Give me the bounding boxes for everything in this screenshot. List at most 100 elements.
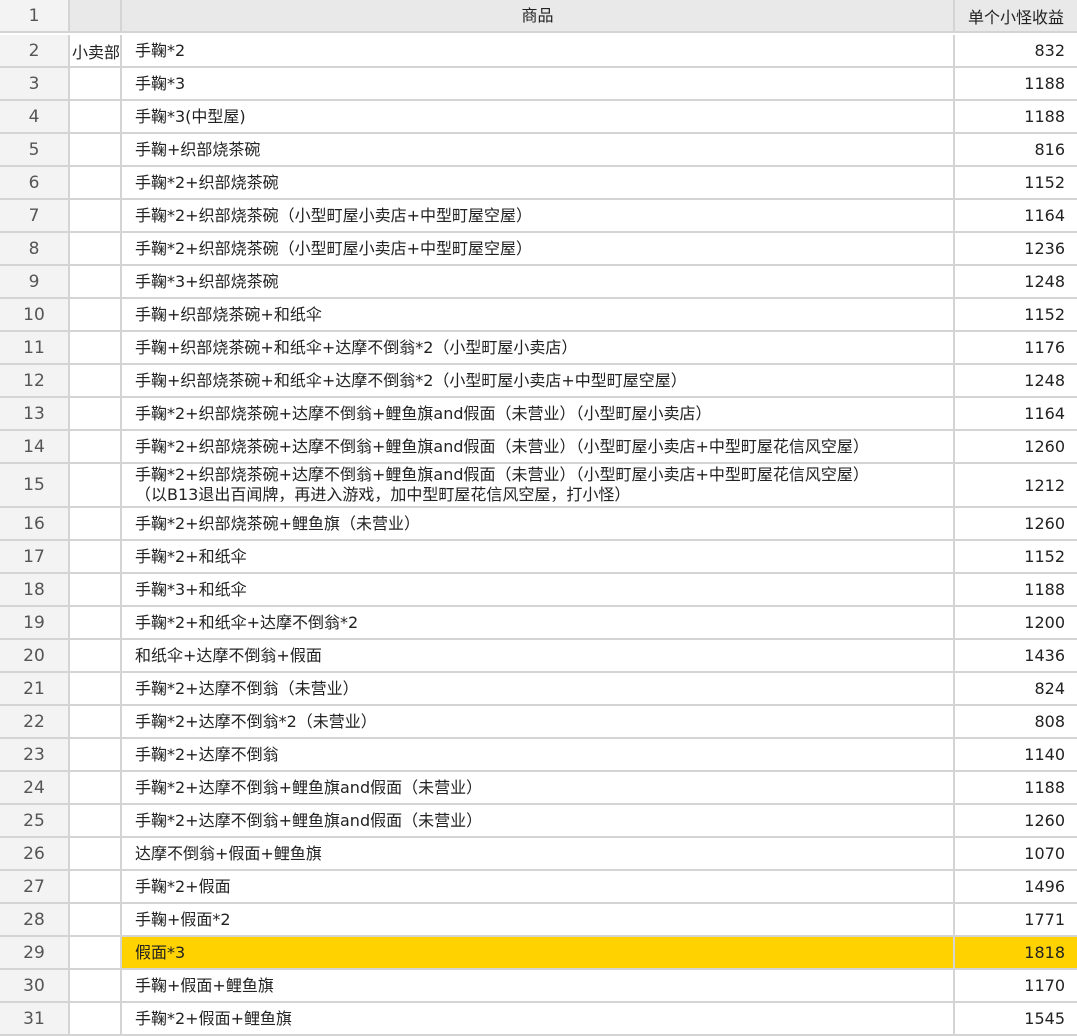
column-a-header[interactable] [70,0,122,31]
category-cell[interactable]: 小卖部 [70,35,122,66]
row-number[interactable]: 8 [0,233,70,264]
category-cell[interactable] [70,838,122,869]
income-cell[interactable]: 1545 [955,1003,1077,1034]
item-cell[interactable]: 手鞠+织部烧茶碗+和纸伞+达摩不倒翁*2（小型町屋小卖店） [122,332,955,363]
category-cell[interactable] [70,970,122,1001]
item-cell[interactable]: 手鞠+织部烧茶碗+和纸伞+达摩不倒翁*2（小型町屋小卖店+中型町屋空屋） [122,365,955,396]
item-cell[interactable]: 手鞠*3 [122,68,955,99]
income-cell[interactable]: 1771 [955,904,1077,935]
item-cell[interactable]: 手鞠*2+织部烧茶碗+鲤鱼旗（未营业） [122,508,955,539]
row-number[interactable]: 30 [0,970,70,1001]
row-number[interactable]: 22 [0,706,70,737]
column-b-header[interactable]: 商品 [122,0,955,31]
row-number[interactable]: 1 [0,0,70,31]
item-cell[interactable]: 手鞠*2+织部烧茶碗+达摩不倒翁+鲤鱼旗and假面（未营业）（小型町屋小卖店） [122,398,955,429]
category-cell[interactable] [70,904,122,935]
item-cell[interactable]: 手鞠*2+达摩不倒翁+鲤鱼旗and假面（未营业） [122,772,955,803]
row-number[interactable]: 4 [0,101,70,132]
item-cell[interactable]: 手鞠+织部烧茶碗 [122,134,955,165]
income-cell[interactable]: 1152 [955,299,1077,330]
category-cell[interactable] [70,233,122,264]
category-cell[interactable] [70,574,122,605]
income-cell[interactable]: 1818 [955,937,1077,968]
row-number[interactable]: 16 [0,508,70,539]
row-number[interactable]: 6 [0,167,70,198]
category-cell[interactable] [70,871,122,902]
category-cell[interactable] [70,937,122,968]
category-cell[interactable] [70,431,122,462]
row-number[interactable]: 25 [0,805,70,836]
item-cell[interactable]: 手鞠*2+和纸伞+达摩不倒翁*2 [122,607,955,638]
item-cell[interactable]: 手鞠+织部烧茶碗+和纸伞 [122,299,955,330]
category-cell[interactable] [70,332,122,363]
income-cell[interactable]: 808 [955,706,1077,737]
row-number[interactable]: 9 [0,266,70,297]
row-number[interactable]: 7 [0,200,70,231]
item-cell[interactable]: 手鞠*2+达摩不倒翁*2（未营业） [122,706,955,737]
item-cell[interactable]: 手鞠*2+假面+鲤鱼旗 [122,1003,955,1034]
category-cell[interactable] [70,134,122,165]
category-cell[interactable] [70,673,122,704]
income-cell[interactable]: 1260 [955,431,1077,462]
income-cell[interactable]: 1260 [955,805,1077,836]
income-cell[interactable]: 1212 [955,464,1077,506]
item-cell[interactable]: 达摩不倒翁+假面+鲤鱼旗 [122,838,955,869]
income-cell[interactable]: 1170 [955,970,1077,1001]
category-cell[interactable] [70,200,122,231]
item-cell[interactable]: 手鞠*2+织部烧茶碗+达摩不倒翁+鲤鱼旗and假面（未营业）（小型町屋小卖店+中… [122,464,955,506]
income-cell[interactable]: 1188 [955,101,1077,132]
row-number[interactable]: 23 [0,739,70,770]
category-cell[interactable] [70,365,122,396]
row-number[interactable]: 24 [0,772,70,803]
category-cell[interactable] [70,167,122,198]
income-cell[interactable]: 1152 [955,167,1077,198]
category-cell[interactable] [70,739,122,770]
row-number[interactable]: 13 [0,398,70,429]
row-number[interactable]: 26 [0,838,70,869]
category-cell[interactable] [70,1003,122,1034]
row-number[interactable]: 3 [0,68,70,99]
item-cell[interactable]: 和纸伞+达摩不倒翁+假面 [122,640,955,671]
income-cell[interactable]: 824 [955,673,1077,704]
income-cell[interactable]: 1188 [955,574,1077,605]
category-cell[interactable] [70,805,122,836]
item-cell[interactable]: 手鞠*2+达摩不倒翁（未营业） [122,673,955,704]
row-number[interactable]: 19 [0,607,70,638]
category-cell[interactable] [70,640,122,671]
row-number[interactable]: 28 [0,904,70,935]
income-cell[interactable]: 1496 [955,871,1077,902]
item-cell[interactable]: 手鞠*2+织部烧茶碗 [122,167,955,198]
category-cell[interactable] [70,464,122,506]
row-number[interactable]: 15 [0,464,70,506]
row-number[interactable]: 18 [0,574,70,605]
category-cell[interactable] [70,541,122,572]
income-cell[interactable]: 1436 [955,640,1077,671]
income-cell[interactable]: 1248 [955,365,1077,396]
item-cell[interactable]: 手鞠*2 [122,35,955,66]
row-number[interactable]: 14 [0,431,70,462]
category-cell[interactable] [70,772,122,803]
category-cell[interactable] [70,607,122,638]
category-cell[interactable] [70,101,122,132]
income-cell[interactable]: 1200 [955,607,1077,638]
row-number[interactable]: 31 [0,1003,70,1034]
item-cell[interactable]: 手鞠*2+假面 [122,871,955,902]
item-cell[interactable]: 手鞠*2+织部烧茶碗+达摩不倒翁+鲤鱼旗and假面（未营业）（小型町屋小卖店+中… [122,431,955,462]
category-cell[interactable] [70,508,122,539]
row-number[interactable]: 5 [0,134,70,165]
item-cell[interactable]: 手鞠*3+织部烧茶碗 [122,266,955,297]
row-number[interactable]: 29 [0,937,70,968]
item-cell[interactable]: 手鞠+假面+鲤鱼旗 [122,970,955,1001]
income-cell[interactable]: 1236 [955,233,1077,264]
category-cell[interactable] [70,299,122,330]
category-cell[interactable] [70,706,122,737]
row-number[interactable]: 20 [0,640,70,671]
income-cell[interactable]: 1164 [955,200,1077,231]
row-number[interactable]: 17 [0,541,70,572]
income-cell[interactable]: 1248 [955,266,1077,297]
income-cell[interactable]: 1140 [955,739,1077,770]
item-cell[interactable]: 手鞠*2+织部烧茶碗（小型町屋小卖店+中型町屋空屋） [122,233,955,264]
income-cell[interactable]: 1188 [955,772,1077,803]
row-number[interactable]: 2 [0,35,70,66]
row-number[interactable]: 27 [0,871,70,902]
